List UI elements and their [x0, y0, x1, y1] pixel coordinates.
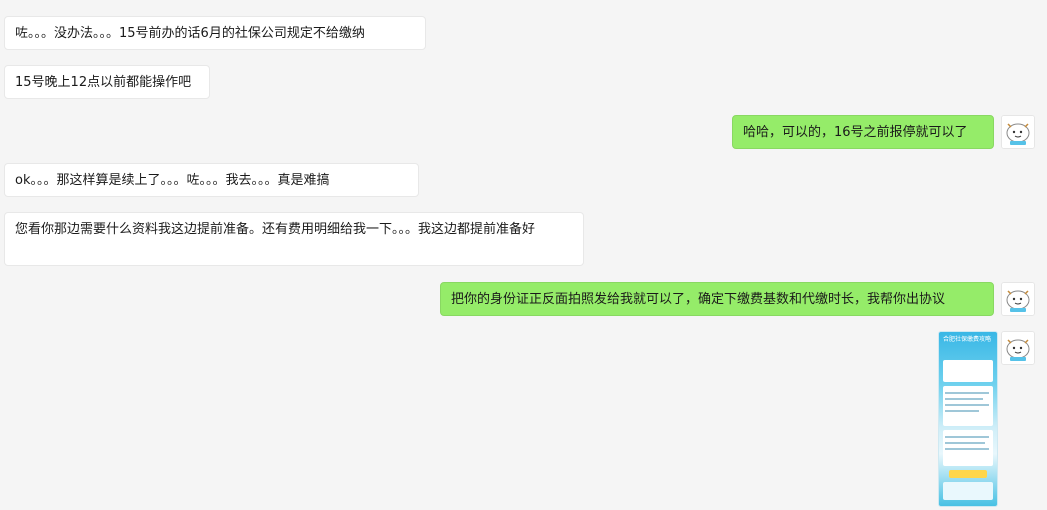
thumbnail-line	[945, 436, 989, 438]
thumbnail-title: 合肥社保缴费攻略	[943, 336, 992, 343]
thumbnail-card	[943, 360, 993, 382]
message-text: 15号晚上12点以前都能操作吧	[15, 75, 192, 90]
avatar[interactable]	[1001, 282, 1035, 316]
thumbnail-line	[945, 410, 979, 412]
thumbnail-line	[945, 448, 989, 450]
thumbnail-line	[945, 392, 989, 394]
avatar[interactable]	[1001, 331, 1035, 365]
message-text: ok。。。那这样算是续上了。。。咗。。。我去。。。真是难搞	[15, 173, 330, 188]
thumbnail-line	[945, 442, 985, 444]
message-outgoing-1[interactable]: 哈哈，可以的，16号之前报停就可以了	[732, 115, 994, 149]
thumbnail-card	[943, 482, 993, 500]
thumbnail-line	[945, 404, 989, 406]
thumbnail-highlight	[949, 470, 987, 478]
message-outgoing-2[interactable]: 把你的身份证正反面拍照发给我就可以了，确定下缴费基数和代缴时长，我帮你出协议	[440, 282, 994, 316]
cartoon-avatar-icon	[1002, 116, 1034, 148]
message-incoming-1[interactable]: 咗。。。没办法。。。15号前办的话6月的社保公司规定不给缴纳	[4, 16, 426, 50]
chat-area: 咗。。。没办法。。。15号前办的话6月的社保公司规定不给缴纳 15号晚上12点以…	[0, 0, 1047, 510]
message-text: 咗。。。没办法。。。15号前办的话6月的社保公司规定不给缴纳	[15, 26, 365, 41]
message-incoming-4[interactable]: 您看你那边需要什么资料我这边提前准备。还有费用明细给我一下。。。我这边都提前准备…	[4, 212, 584, 266]
image-message-thumbnail[interactable]: 合肥社保缴费攻略	[938, 331, 998, 507]
message-text: 您看你那边需要什么资料我这边提前准备。还有费用明细给我一下。。。我这边都提前准备…	[15, 222, 536, 237]
avatar[interactable]	[1001, 115, 1035, 149]
cartoon-avatar-icon	[1002, 283, 1034, 315]
message-text: 把你的身份证正反面拍照发给我就可以了，确定下缴费基数和代缴时长，我帮你出协议	[451, 292, 946, 307]
message-incoming-3[interactable]: ok。。。那这样算是续上了。。。咗。。。我去。。。真是难搞	[4, 163, 419, 197]
message-text: 哈哈，可以的，16号之前报停就可以了	[743, 125, 968, 140]
message-incoming-2[interactable]: 15号晚上12点以前都能操作吧	[4, 65, 210, 99]
cartoon-avatar-icon	[1002, 332, 1034, 364]
thumbnail-line	[945, 398, 983, 400]
